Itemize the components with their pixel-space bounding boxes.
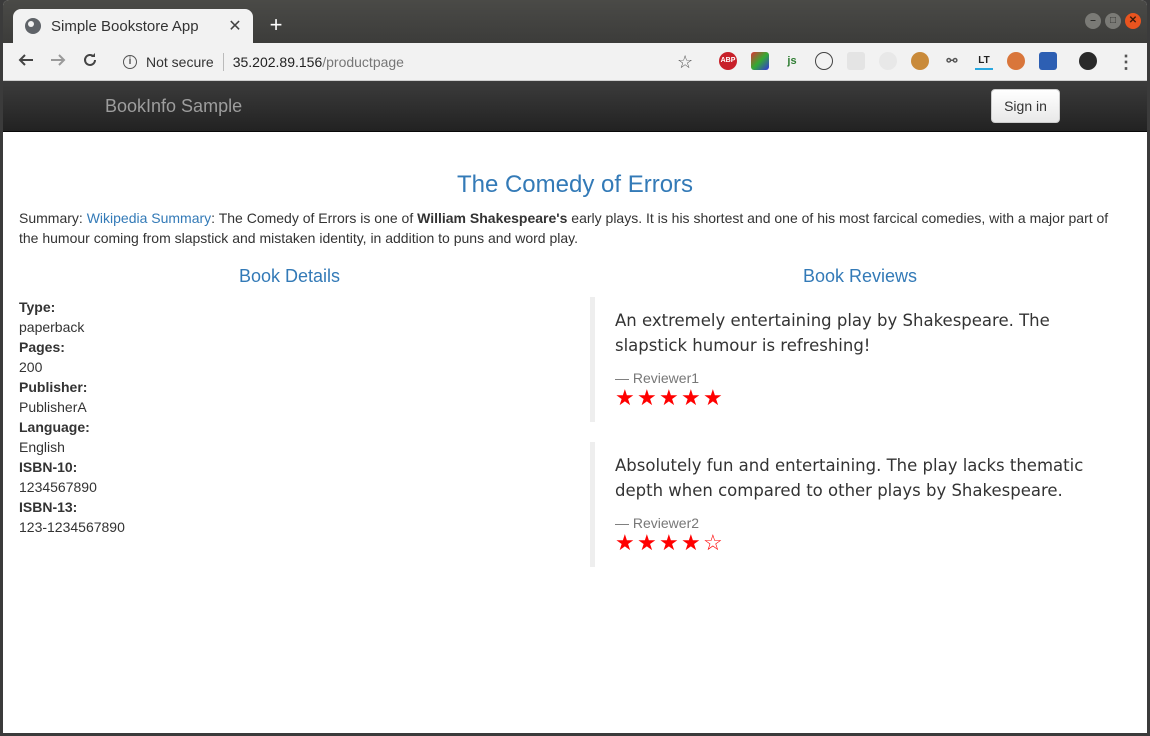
review-card: An extremely entertaining play by Shakes… — [590, 297, 1120, 422]
review-card: Absolutely fun and entertaining. The pla… — [590, 442, 1120, 567]
maximize-button[interactable]: □ — [1105, 13, 1121, 29]
window-controls: – □ ✕ — [1085, 13, 1141, 29]
reviewer-name: — Reviewer1 — [615, 370, 700, 386]
detail-value-type: paperback — [19, 319, 85, 335]
bookmark-star-icon[interactable]: ☆ — [677, 47, 697, 77]
close-window-button[interactable]: ✕ — [1125, 13, 1141, 29]
star-filled-icon: ★ — [615, 385, 635, 410]
bike-extension-icon[interactable]: ⚯ — [943, 52, 961, 70]
detail-value-isbn10: 1234567890 — [19, 479, 97, 495]
browser-toolbar: i Not secure 35.202.89.156 /productpage … — [3, 43, 1147, 81]
reviewer-name: — Reviewer2 — [615, 515, 700, 531]
star-filled-icon: ★ — [681, 385, 701, 410]
minimize-button[interactable]: – — [1085, 13, 1101, 29]
save-extension-icon[interactable] — [1039, 52, 1057, 70]
tab-strip: Simple Bookstore App ✕ + – □ ✕ — [3, 0, 1147, 43]
summary-prefix: Summary: — [19, 210, 87, 226]
navbar-brand[interactable]: BookInfo Sample — [105, 96, 242, 117]
star-filled-icon: ★ — [615, 530, 635, 555]
detail-label-type: Type: — [19, 299, 56, 315]
detail-value-publisher: PublisherA — [19, 399, 87, 415]
reload-icon — [84, 52, 96, 66]
globe-icon — [25, 18, 41, 34]
browser-window: Simple Bookstore App ✕ + – □ ✕ i Not sec… — [3, 0, 1147, 733]
book-reviews-heading: Book Reviews — [803, 266, 918, 286]
review-text: Absolutely fun and entertaining. The pla… — [615, 456, 1084, 500]
monkey-extension-icon[interactable] — [1007, 52, 1025, 70]
lt-extension-icon[interactable]: LT — [975, 52, 993, 70]
detail-value-pages: 200 — [19, 359, 43, 375]
star-filled-icon: ★ — [659, 530, 679, 555]
book-summary: Summary: Wikipedia Summary: The Comedy o… — [19, 208, 1119, 248]
detail-value-language: English — [19, 439, 65, 455]
address-bar[interactable]: i Not secure 35.202.89.156 /productpage — [113, 47, 713, 77]
url-path: /productpage — [322, 54, 404, 70]
clock-extension-icon[interactable] — [879, 52, 897, 70]
cookie-icon[interactable] — [911, 52, 929, 70]
detail-label-publisher: Publisher: — [19, 379, 88, 395]
star-rating: ★ ★ ★ ★ ★ — [615, 387, 1100, 409]
tab-title: Simple Bookstore App — [51, 17, 199, 35]
new-tab-button[interactable]: + — [263, 12, 289, 38]
url-host: 35.202.89.156 — [232, 54, 323, 70]
arrow-right-icon — [51, 53, 66, 66]
adblock-icon[interactable]: ABP — [719, 52, 737, 70]
star-filled-icon: ★ — [637, 385, 657, 410]
star-filled-icon: ★ — [659, 385, 679, 410]
grid-extension-icon[interactable] — [847, 52, 865, 70]
info-icon[interactable]: i — [123, 55, 137, 69]
detail-label-isbn10: ISBN-10: — [19, 459, 78, 475]
web-page: BookInfo Sample Sign in The Comedy of Er… — [3, 81, 1147, 733]
color-picker-icon[interactable] — [751, 52, 769, 70]
forward-button[interactable] — [42, 46, 74, 78]
reload-button[interactable] — [74, 46, 106, 78]
tab-close-button[interactable]: ✕ — [227, 16, 243, 36]
extensions-bar: ABP js ⚯ LT — [719, 52, 1111, 70]
wikipedia-summary-link[interactable]: Wikipedia Summary — [87, 210, 211, 226]
detail-label-language: Language: — [19, 419, 90, 435]
detail-value-isbn13: 123-1234567890 — [19, 519, 125, 535]
star-filled-icon: ★ — [681, 530, 701, 555]
back-button[interactable] — [10, 46, 42, 78]
detail-label-isbn13: ISBN-13: — [19, 499, 78, 515]
review-text: An extremely entertaining play by Shakes… — [615, 311, 1050, 355]
summary-mid: : The Comedy of Errors is one of — [211, 210, 418, 226]
detail-label-pages: Pages: — [19, 339, 65, 355]
sign-in-button[interactable]: Sign in — [991, 89, 1060, 123]
star-filled-icon: ★ — [703, 385, 723, 410]
book-title: The Comedy of Errors — [456, 171, 694, 198]
profile-avatar[interactable] — [1079, 52, 1097, 70]
book-details-heading: Book Details — [239, 266, 341, 286]
security-label: Not secure — [146, 54, 214, 70]
menu-kebab-icon[interactable]: ⋮ — [1117, 47, 1135, 77]
tab-active[interactable]: Simple Bookstore App ✕ — [13, 9, 253, 43]
js-extension-icon[interactable]: js — [783, 52, 801, 70]
star-empty-icon: ☆ — [703, 530, 723, 555]
arrow-left-icon — [18, 53, 33, 66]
star-filled-icon: ★ — [637, 530, 657, 555]
address-separator — [222, 53, 224, 71]
site-navbar: BookInfo Sample Sign in — [3, 81, 1147, 132]
book-details-list: Type: paperback Pages: 200 Publisher: Pu… — [19, 297, 125, 537]
code-extension-icon[interactable] — [815, 52, 833, 70]
summary-author: William Shakespeare's — [417, 210, 568, 226]
star-rating: ★ ★ ★ ★ ☆ — [615, 532, 1100, 554]
